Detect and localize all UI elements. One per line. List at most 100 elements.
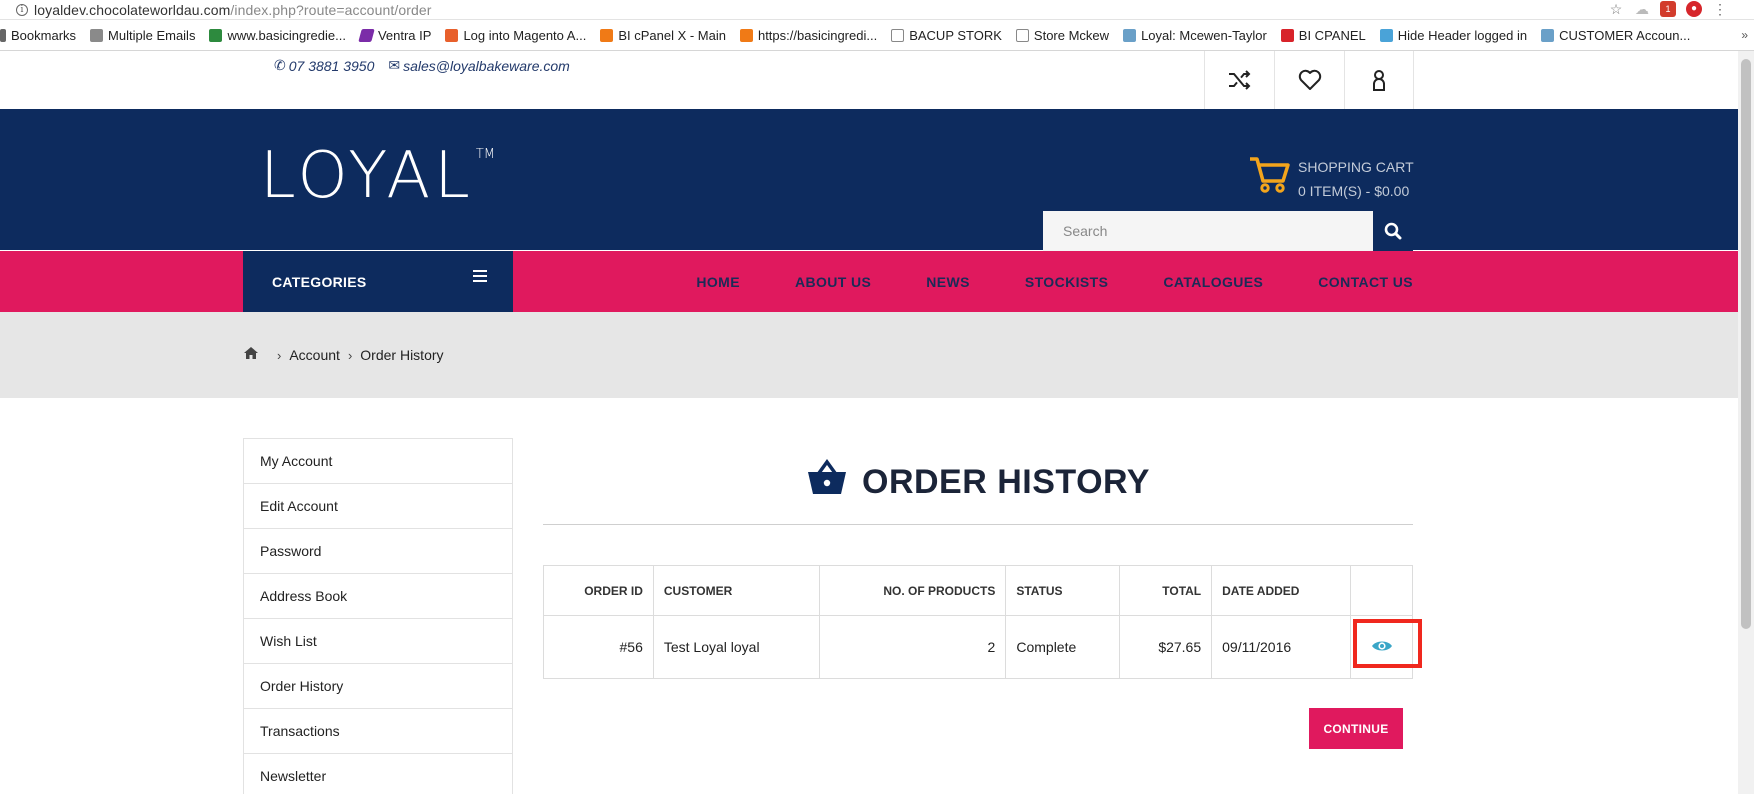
phone-contact[interactable]: ✆ 07 3881 3950 [274, 57, 374, 74]
categories-menu[interactable]: CATEGORIES [243, 251, 513, 312]
cell-total: $27.65 [1119, 615, 1213, 679]
email-contact[interactable]: ✉ sales@loyalbakeware.com [388, 57, 569, 74]
sidebar-item-transactions[interactable]: Transactions [244, 709, 512, 754]
breadcrumb-order-history[interactable]: Order History [360, 347, 443, 363]
search-button[interactable] [1373, 211, 1413, 251]
site-logo[interactable]: LOYAL TM [260, 144, 495, 208]
heart-icon [1298, 69, 1321, 90]
breadcrumb-account[interactable]: Account [289, 347, 340, 363]
compare-button[interactable] [1204, 51, 1274, 109]
home-icon[interactable] [243, 346, 259, 364]
column-header-date-added: DATE ADDED [1211, 565, 1351, 616]
highlight-annotation-box [1353, 619, 1422, 668]
cart-title: SHOPPING CART [1298, 159, 1414, 175]
sidebar-item-my-account[interactable]: My Account [244, 439, 512, 484]
cpanel-icon [600, 29, 614, 42]
bookmark-item[interactable]: Hide Header logged in [1379, 28, 1527, 43]
bookmark-item[interactable]: Log into Magento A... [445, 28, 586, 43]
main-content: ORDER HISTORY ORDER ID CUSTOMER NO. OF P… [543, 438, 1413, 679]
breadcrumb-band: › Account › Order History [0, 312, 1754, 398]
nav-link-about-us[interactable]: ABOUT US [795, 274, 871, 290]
url-text[interactable]: loyaldev.chocolateworldau.com/index.php?… [34, 2, 432, 18]
bookmark-item[interactable]: CUSTOMER Accoun... [1541, 28, 1690, 43]
cpanel-icon [739, 29, 753, 42]
nav-link-stockists[interactable]: STOCKISTS [1025, 274, 1108, 290]
nav-link-catalogues[interactable]: CATALOGUES [1163, 274, 1263, 290]
top-contact-bar: ✆ 07 3881 3950 ✉ sales@loyalbakeware.com [0, 51, 1754, 109]
title-divider [543, 524, 1413, 525]
basket-icon [806, 458, 848, 506]
search-bar [1043, 211, 1413, 251]
nav-link-home[interactable]: HOME [696, 274, 740, 290]
cart-icon [1541, 29, 1555, 42]
kebab-menu-icon[interactable]: ⋮ [1712, 1, 1728, 17]
info-icon[interactable]: i [16, 3, 28, 16]
sidebar-item-wish-list[interactable]: Wish List [244, 619, 512, 664]
cell-date-added: 09/11/2016 [1211, 615, 1351, 679]
bookmarks-overflow-icon[interactable]: » [1741, 28, 1748, 42]
wishlist-button[interactable] [1274, 51, 1344, 109]
bookmark-star-icon[interactable]: ☆ [1608, 1, 1624, 17]
column-header-action [1350, 565, 1413, 616]
browser-url-bar[interactable]: i loyaldev.chocolateworldau.com/index.ph… [0, 0, 1754, 20]
table-header-row: ORDER ID CUSTOMER NO. OF PRODUCTS STATUS… [543, 565, 1413, 616]
nav-links: HOME ABOUT US NEWS STOCKISTS CATALOGUES … [641, 251, 1413, 312]
continue-button[interactable]: CONTINUE [1309, 708, 1403, 749]
document-icon [1015, 29, 1029, 42]
bookmark-item[interactable]: Multiple Emails [90, 28, 195, 43]
ventra-icon [358, 29, 375, 42]
cart-summary: 0 ITEM(S) - $0.00 [1298, 183, 1410, 199]
browser-extension-icons: ☆ ☁ 1 ● ⋮ [1608, 1, 1728, 17]
z-icon [1280, 29, 1294, 42]
mail-icon: ✉ [388, 57, 401, 73]
extension-circle-icon[interactable]: ● [1686, 1, 1702, 17]
nav-link-contact-us[interactable]: CONTACT US [1318, 274, 1413, 290]
contact-info: ✆ 07 3881 3950 ✉ sales@loyalbakeware.com [274, 57, 570, 74]
bookmark-item[interactable]: Loyal: Mcewen-Taylor [1123, 28, 1267, 43]
bookmark-item[interactable]: Ventra IP [358, 28, 431, 43]
bookmarks-icon [0, 29, 6, 42]
phone-icon: ✆ [274, 57, 286, 73]
search-input[interactable] [1043, 211, 1373, 251]
nav-link-news[interactable]: NEWS [926, 274, 970, 290]
bookmark-item[interactable]: BI cPanel X - Main [600, 28, 726, 43]
trademark-mark: TM [475, 147, 495, 162]
scrollbar-thumb[interactable] [1741, 59, 1751, 629]
cell-customer: Test Loyal loyal [652, 615, 820, 679]
hide-header-icon [1379, 29, 1393, 42]
shuffle-icon [1228, 70, 1250, 90]
bookmark-item[interactable]: BACUP STORK [891, 28, 1002, 43]
account-sidebar: My Account Edit Account Password Address… [243, 438, 513, 794]
cell-order-id: #56 [543, 615, 654, 679]
column-header-customer: CUSTOMER [652, 565, 820, 616]
search-icon [1384, 222, 1402, 240]
shopping-cart[interactable]: SHOPPING CART 0 ITEM(S) - $0.00 [1248, 155, 1414, 203]
bookmark-item[interactable]: www.basicingredie... [209, 28, 346, 43]
chevron-right-icon: › [347, 347, 353, 363]
cart-text: SHOPPING CART 0 ITEM(S) - $0.00 [1298, 155, 1414, 203]
sidebar-item-order-history[interactable]: Order History [244, 664, 512, 709]
sidebar-item-password[interactable]: Password [244, 529, 512, 574]
table-row: #56 Test Loyal loyal 2 Complete $27.65 0… [543, 615, 1413, 679]
document-icon [891, 29, 905, 42]
column-header-products: NO. OF PRODUCTS [818, 565, 1007, 616]
folder-icon [90, 29, 104, 42]
bookmark-item[interactable]: Bookmarks [0, 28, 76, 43]
url-host: loyaldev.chocolateworldau.com [34, 1, 231, 18]
extension-badge-icon[interactable]: 1 [1660, 1, 1676, 17]
main-nav: CATEGORIES HOME ABOUT US NEWS STOCKISTS … [0, 251, 1754, 312]
bookmark-item[interactable]: https://basicingredi... [739, 28, 877, 43]
sidebar-item-newsletter[interactable]: Newsletter [244, 754, 512, 794]
globe-icon [209, 29, 223, 42]
account-button[interactable] [1344, 51, 1414, 109]
sidebar-item-address-book[interactable]: Address Book [244, 574, 512, 619]
page-scrollbar[interactable] [1738, 51, 1754, 794]
bookmark-item[interactable]: BI CPANEL [1280, 28, 1366, 43]
cloud-icon[interactable]: ☁ [1634, 1, 1650, 17]
sidebar-item-edit-account[interactable]: Edit Account [244, 484, 512, 529]
breadcrumb: › Account › Order History [243, 346, 444, 364]
bookmark-item[interactable]: Store Mckew [1015, 28, 1109, 43]
chevron-right-icon: › [277, 347, 282, 363]
url-path: /index.php?route=account/order [230, 1, 432, 18]
cell-products: 2 [818, 615, 1007, 679]
